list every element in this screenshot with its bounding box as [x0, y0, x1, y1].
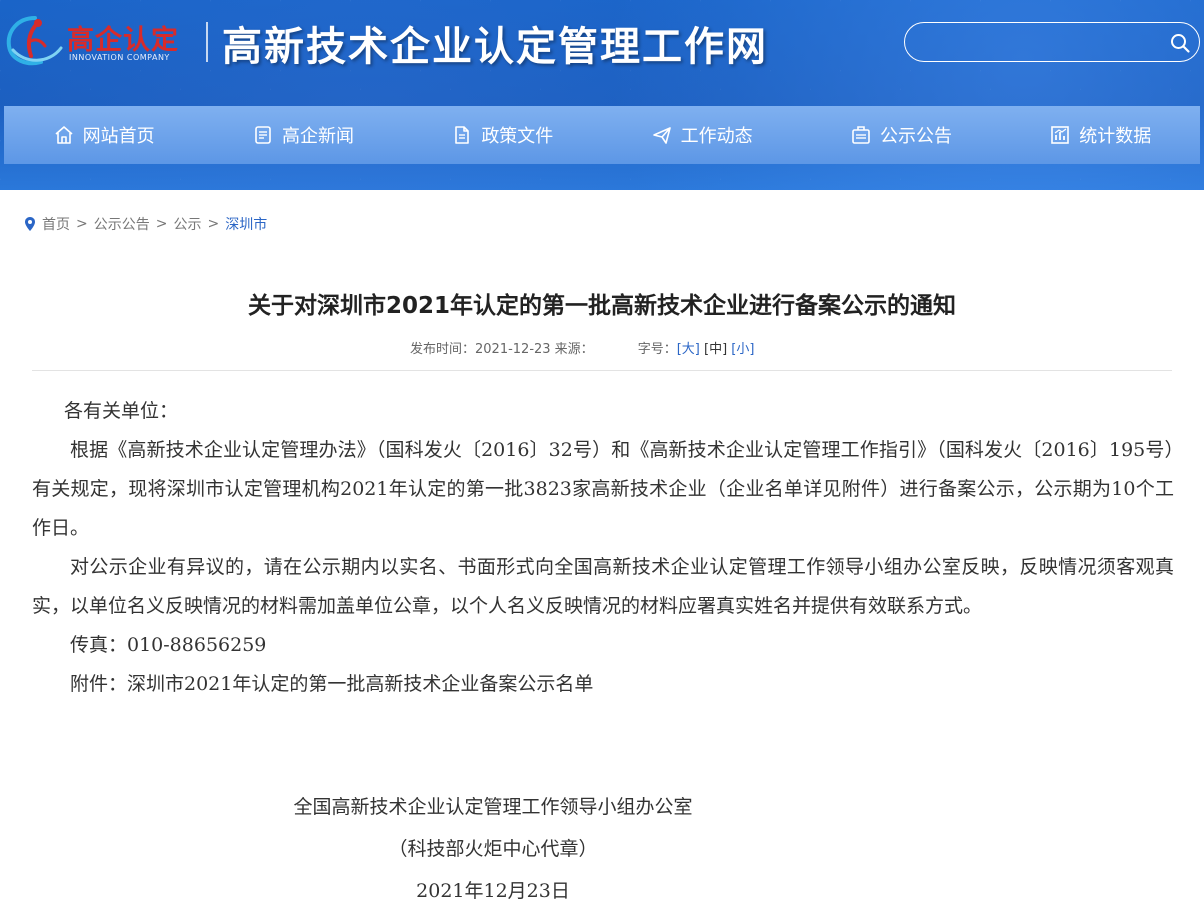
article-meta: 发布时间：2021-12-23 来源： 字号： [大] [中] [小] — [410, 338, 754, 357]
site-header: 高企认定 INNOVATION COMPANY 高新技术企业认定管理工作网 网站… — [0, 0, 1204, 190]
signature-date: 2021年12月23日 — [416, 880, 570, 902]
search-icon[interactable] — [1169, 32, 1191, 54]
breadcrumb-separator: > — [155, 216, 168, 232]
nav-item-label: 统计数据 — [1079, 126, 1152, 147]
location-pin-icon — [25, 217, 35, 231]
nav-item-label: 政策文件 — [481, 126, 554, 147]
signature-org: 全国高新技术企业认定管理工作领导小组办公室 — [293, 796, 693, 818]
breadcrumb-home[interactable]: 首页 — [42, 214, 70, 234]
nav-item-news[interactable]: 高企新闻 — [203, 106, 402, 164]
font-size-label: 字号： — [637, 342, 677, 357]
chart-icon — [1051, 126, 1070, 144]
header-divider — [206, 22, 208, 62]
breadcrumb-separator: > — [207, 216, 220, 232]
paragraph-2: 对公示企业有异议的，请在公示期内以实名、书面形式向全国高新技术企业认定管理工作领… — [32, 556, 1174, 617]
site-logo[interactable]: 高企认定 INNOVATION COMPANY — [5, 8, 205, 70]
nav-item-label: 公示公告 — [879, 126, 952, 147]
search-box — [904, 22, 1200, 62]
signature-block: 全国高新技术企业认定管理工作领导小组办公室 （科技部火炬中心代章） 2021年1… — [0, 786, 986, 912]
home-icon — [55, 126, 73, 144]
breadcrumb: 首页 > 公示公告 > 公示 > 深圳市 — [24, 214, 267, 234]
nav-item-home[interactable]: 网站首页 — [4, 106, 203, 164]
nav-item-stats[interactable]: 统计数据 — [1001, 106, 1200, 164]
publish-info: 发布时间：2021-12-23 来源： — [410, 342, 594, 357]
signature-agent: （科技部火炬中心代章） — [388, 838, 598, 860]
nav-item-notice[interactable]: 公示公告 — [801, 106, 1000, 164]
notice-icon — [852, 126, 870, 144]
breadcrumb-shenzhen[interactable]: 深圳市 — [225, 214, 267, 234]
nav-item-label: 网站首页 — [82, 126, 155, 147]
title-divider — [32, 370, 1172, 371]
logo-text-en: INNOVATION COMPANY — [69, 53, 170, 62]
logo-text-cn: 高企认定 — [67, 25, 179, 56]
document-icon — [455, 126, 470, 144]
news-icon — [255, 126, 271, 144]
site-title: 高新技术企业认定管理工作网 — [222, 23, 768, 70]
article-title: 关于对深圳市2021年认定的第一批高新技术企业进行备案公示的通知 — [247, 293, 956, 319]
font-size-small-button[interactable]: [小] — [731, 338, 754, 357]
nav-item-policy[interactable]: 政策文件 — [403, 106, 602, 164]
article-body: 各有关单位： 根据《高新技术企业认定管理办法》（国科发火〔2016〕32号）和《… — [32, 392, 1174, 704]
search-input[interactable] — [919, 29, 1163, 57]
meta-spacer — [594, 338, 638, 357]
fax-line: 传真：010-88656259 — [70, 634, 267, 656]
breadcrumb-notices[interactable]: 公示公告 — [94, 214, 150, 234]
nav-item-work[interactable]: 工作动态 — [602, 106, 801, 164]
breadcrumb-public[interactable]: 公示 — [173, 214, 201, 234]
nav-item-label: 工作动态 — [680, 126, 753, 147]
attachment-link[interactable]: 附件：深圳市2021年认定的第一批高新技术企业备案公示名单 — [32, 665, 1174, 704]
paper-plane-icon — [652, 127, 671, 144]
salutation: 各有关单位： — [64, 400, 179, 422]
nav-item-label: 高企新闻 — [281, 126, 354, 147]
font-size-medium-button[interactable]: [中] — [704, 338, 727, 357]
paragraph-1: 根据《高新技术企业认定管理办法》（国科发火〔2016〕32号）和《高新技术企业认… — [32, 439, 1174, 539]
logo-swoosh-icon — [6, 16, 63, 66]
main-nav: 网站首页 高企新闻 政策文件 工作动态 公示公告 统计数据 — [4, 106, 1200, 164]
font-size-large-button[interactable]: [大] — [677, 338, 700, 357]
breadcrumb-separator: > — [76, 216, 88, 232]
